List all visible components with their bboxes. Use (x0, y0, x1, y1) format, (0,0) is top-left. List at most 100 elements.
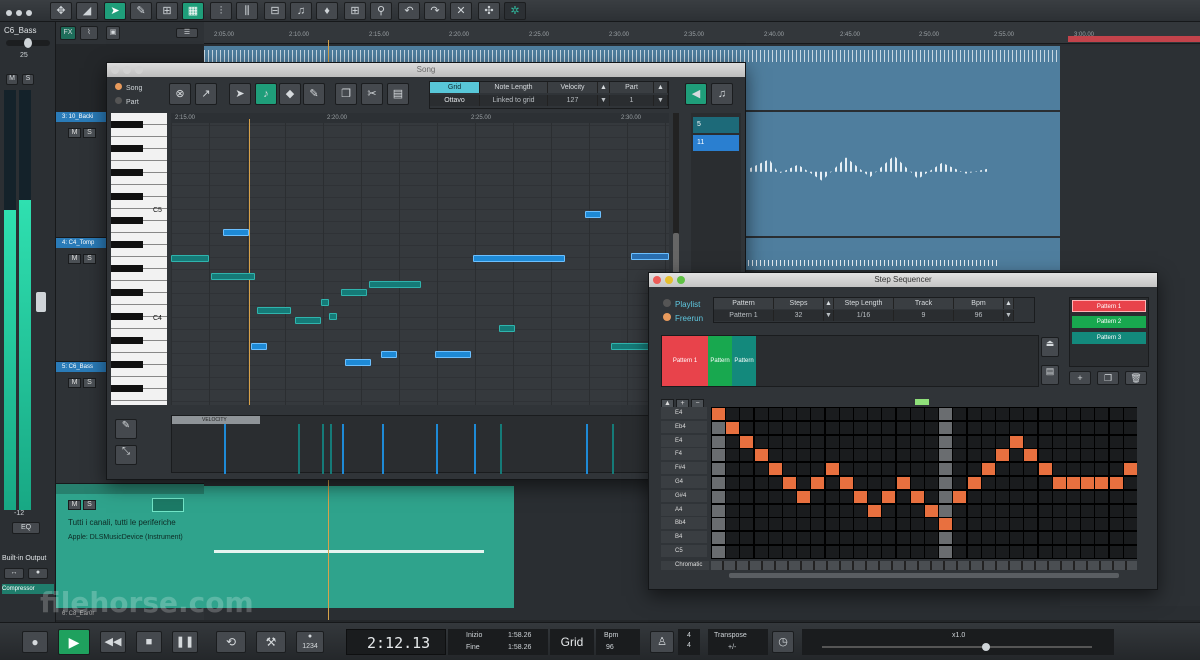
step-sequencer-window[interactable]: Step Sequencer Playlist Freerun Pattern … (648, 272, 1158, 590)
step-cell[interactable] (967, 518, 981, 531)
active-step[interactable] (726, 421, 740, 434)
step-cell[interactable] (1024, 435, 1038, 448)
active-step[interactable] (1123, 463, 1137, 476)
solo-button[interactable]: S (83, 500, 96, 510)
velocity-bar[interactable] (298, 424, 300, 474)
step-cell[interactable] (1038, 477, 1052, 489)
step-cell[interactable] (783, 532, 796, 545)
mode-playlist[interactable]: Playlist (663, 299, 700, 309)
step-cell[interactable] (740, 532, 754, 545)
note[interactable] (369, 281, 421, 288)
pause-icon[interactable]: ❚❚ (172, 631, 198, 653)
part-item[interactable]: 5 (693, 117, 739, 133)
step-cell[interactable] (1010, 449, 1024, 462)
note[interactable] (211, 273, 255, 280)
step-cell[interactable] (783, 490, 796, 503)
steps-value[interactable]: 32 (774, 310, 824, 321)
step-cell[interactable] (1109, 408, 1123, 420)
step-cell[interactable] (981, 435, 995, 448)
step-cell[interactable] (996, 546, 1009, 558)
step-cell[interactable] (726, 504, 740, 517)
metronome-icon[interactable]: ♙ (650, 631, 674, 653)
zoom-control[interactable]: x1.0 (802, 629, 1114, 655)
active-step[interactable] (868, 504, 882, 517)
step-cell[interactable] (896, 518, 910, 531)
record-arm-button[interactable]: ● (28, 568, 48, 579)
step-cell[interactable] (854, 518, 867, 531)
step-cell[interactable] (712, 518, 725, 531)
step-cell[interactable] (925, 421, 938, 434)
step-cell[interactable] (1067, 504, 1080, 517)
note[interactable] (321, 299, 329, 306)
step-cell[interactable] (910, 518, 924, 531)
step-cell[interactable] (726, 408, 740, 420)
part-down-icon[interactable]: ▼ (654, 95, 668, 106)
step-cell[interactable] (981, 449, 995, 462)
step-cell[interactable] (726, 463, 740, 476)
end-value[interactable]: 1:58.26 (508, 644, 531, 651)
mute-button[interactable]: M (68, 500, 81, 510)
step-cell[interactable] (825, 504, 839, 517)
step-cell[interactable] (925, 546, 938, 558)
step-cell[interactable] (839, 518, 853, 531)
step-cell[interactable] (925, 518, 938, 531)
step-cell[interactable] (1081, 408, 1095, 420)
step-cell[interactable] (1123, 532, 1137, 545)
pattern-item-3[interactable]: Pattern 3 (1072, 332, 1146, 344)
velocity-down-icon[interactable]: ▼ (598, 95, 610, 106)
metronome-counter[interactable]: ● 1234 (296, 631, 324, 653)
step-cell[interactable] (1010, 490, 1024, 503)
step-cell[interactable] (726, 449, 740, 462)
velocity-bar[interactable] (382, 424, 384, 474)
step-cell[interactable] (896, 463, 910, 476)
piano-keyboard[interactable]: C5 C4 (111, 113, 167, 405)
step-cell[interactable] (740, 546, 754, 558)
step-cell[interactable] (1109, 463, 1123, 476)
step-cell[interactable] (797, 408, 811, 420)
step-cell[interactable] (754, 518, 768, 531)
active-step[interactable] (754, 449, 768, 462)
step-cell[interactable] (1038, 435, 1052, 448)
step-cell[interactable] (1052, 518, 1066, 531)
step-cell[interactable] (910, 449, 924, 462)
automation-icon[interactable]: ⌇ (80, 26, 98, 40)
step-cell[interactable] (925, 490, 938, 503)
step-cell[interactable] (811, 408, 825, 420)
step-cell[interactable] (839, 546, 853, 558)
mode-song[interactable]: Song (115, 83, 142, 92)
clock-icon[interactable]: ◷ (772, 631, 794, 653)
step-cell[interactable] (783, 435, 796, 448)
step-cell[interactable] (797, 532, 811, 545)
step-cell[interactable] (811, 490, 825, 503)
step-cell[interactable] (996, 504, 1009, 517)
lock-icon[interactable]: ▣ (106, 26, 120, 40)
step-cell[interactable] (1095, 490, 1109, 503)
step-cell[interactable] (1067, 408, 1080, 420)
bpm-display[interactable]: Bpm 96 (596, 629, 640, 655)
up-icon[interactable]: ⏏ (1041, 337, 1059, 357)
step-cell[interactable] (925, 408, 938, 420)
active-step[interactable] (839, 477, 853, 489)
step-cell[interactable] (768, 490, 782, 503)
step-cell[interactable] (910, 546, 924, 558)
step-cell[interactable] (953, 546, 967, 558)
fx-icon[interactable]: ✣ (478, 2, 500, 20)
step-cell[interactable] (825, 421, 839, 434)
active-step[interactable] (939, 518, 953, 531)
step-cell[interactable] (1067, 518, 1080, 531)
step-cell[interactable] (868, 408, 882, 420)
velocity-bar[interactable] (342, 424, 344, 474)
velocity-bar[interactable] (586, 424, 588, 474)
step-cell[interactable] (925, 463, 938, 476)
step-cell[interactable] (1123, 490, 1137, 503)
note[interactable] (499, 325, 515, 332)
active-step[interactable] (783, 477, 796, 489)
step-cell[interactable] (910, 504, 924, 517)
quantize-icon[interactable]: ⊟ (264, 2, 286, 20)
step-cell[interactable] (925, 435, 938, 448)
step-cell[interactable] (967, 490, 981, 503)
step-cell[interactable] (981, 504, 995, 517)
step-cell[interactable] (939, 421, 953, 434)
step-cell[interactable] (768, 532, 782, 545)
step-cell[interactable] (854, 504, 867, 517)
